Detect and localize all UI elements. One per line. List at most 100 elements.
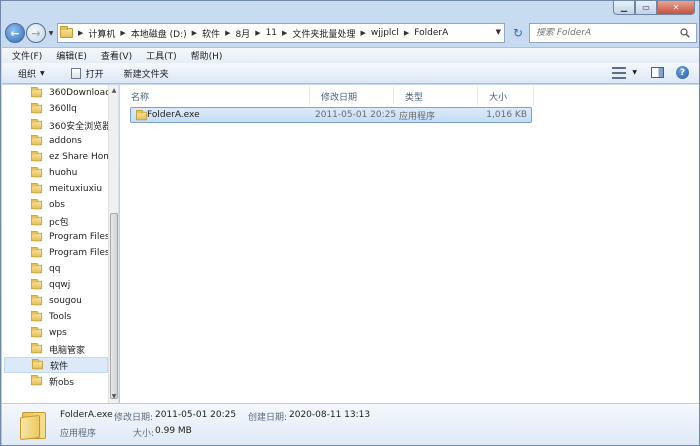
breadcrumb-separator-icon[interactable]: ▶ bbox=[255, 29, 260, 37]
scroll-up-icon[interactable]: ▲ bbox=[109, 85, 118, 97]
file-size: 1,016 KB bbox=[486, 110, 527, 120]
breadcrumb-separator-icon[interactable]: ▶ bbox=[192, 29, 197, 37]
folder-icon bbox=[30, 119, 43, 130]
open-button[interactable]: 打开 bbox=[70, 67, 104, 80]
breadcrumb-11[interactable]: 11 bbox=[266, 28, 277, 38]
tree-item-tools[interactable]: Tools bbox=[30, 309, 110, 325]
breadcrumb-separator-icon[interactable]: ▶ bbox=[120, 29, 125, 37]
maximize-icon: ▭ bbox=[642, 3, 650, 12]
folder-icon bbox=[30, 199, 43, 210]
view-controls: ▼ ? bbox=[612, 66, 689, 79]
tree-item-360-browser[interactable]: 360安全浏览器 bbox=[30, 117, 110, 133]
breadcrumb-software[interactable]: 软件 bbox=[202, 27, 220, 40]
breadcrumb-batch-folder[interactable]: 文件夹批量处理 bbox=[292, 27, 355, 40]
search-box[interactable] bbox=[529, 23, 697, 43]
breadcrumb-drive-d[interactable]: 本地磁盘 (D:) bbox=[131, 27, 187, 40]
menu-file[interactable]: 文件(F) bbox=[12, 49, 42, 62]
tree-item-pc-manager[interactable]: 电脑管家 bbox=[30, 341, 110, 357]
folder-icon bbox=[30, 151, 43, 162]
new-folder-label: 新建文件夹 bbox=[123, 69, 169, 80]
tree-item-obs[interactable]: obs bbox=[30, 197, 110, 213]
details-created-value: 2020-08-11 13:13 bbox=[289, 410, 371, 420]
tree-item-qqwj[interactable]: qqwj bbox=[30, 277, 110, 293]
command-bar: 组织 ▼ 打开 新建文件夹 ▼ ? bbox=[2, 63, 699, 84]
open-icon bbox=[70, 67, 81, 79]
tree-item-sougou[interactable]: sougou bbox=[30, 293, 110, 309]
tree-item-360llq[interactable]: 360llq bbox=[30, 101, 110, 117]
breadcrumb-separator-icon[interactable]: ▶ bbox=[282, 29, 287, 37]
column-header-name[interactable]: 名称 bbox=[120, 87, 310, 105]
tree-item-software[interactable]: 软件 bbox=[4, 357, 108, 373]
tree-item-label: pc包 bbox=[49, 217, 69, 228]
tree-item-new-obs[interactable]: 新obs bbox=[30, 373, 110, 389]
tree-item-label: obs bbox=[49, 200, 65, 210]
explorer-window: ▁ ▭ ✕ ← → ▼ ▶ 计算机 ▶ 本地磁盘 (D:) ▶ 软件 ▶ 8月 … bbox=[0, 0, 700, 446]
breadcrumb-separator-icon[interactable]: ▶ bbox=[225, 29, 230, 37]
breadcrumb-separator-icon[interactable]: ▶ bbox=[404, 29, 409, 37]
tree-item-qq[interactable]: qq bbox=[30, 261, 110, 277]
tree-item-ez-share[interactable]: ez Share Hom bbox=[30, 149, 110, 165]
tree-item-label: meituxiuxiu bbox=[49, 184, 103, 194]
search-icon[interactable] bbox=[680, 28, 690, 38]
refresh-button[interactable]: ↻ bbox=[508, 25, 528, 41]
navigation-bar: ← → ▼ ▶ 计算机 ▶ 本地磁盘 (D:) ▶ 软件 ▶ 8月 ▶ 11 ▶… bbox=[5, 21, 697, 45]
chevron-down-icon: ▼ bbox=[40, 69, 45, 77]
menu-view[interactable]: 查看(V) bbox=[101, 49, 132, 62]
tree-item-meituxiuxiu[interactable]: meituxiuxiu bbox=[30, 181, 110, 197]
file-name: FolderA.exe bbox=[147, 110, 200, 120]
breadcrumb-foldera[interactable]: FolderA bbox=[414, 28, 448, 38]
breadcrumb-wjjplcl[interactable]: wjjplcl bbox=[371, 28, 399, 38]
minimize-button[interactable]: ▁ bbox=[613, 1, 635, 15]
details-file-type: 应用程序 bbox=[60, 429, 97, 439]
view-options-dropdown[interactable]: ▼ bbox=[632, 69, 637, 76]
details-modified-label: 修改日期: bbox=[114, 413, 154, 423]
search-input[interactable] bbox=[536, 28, 676, 38]
navigation-scrollbar[interactable]: ▲ ▼ bbox=[108, 85, 118, 403]
change-view-icon[interactable] bbox=[612, 66, 627, 79]
close-icon: ✕ bbox=[672, 3, 680, 12]
tree-item-program-files-x86[interactable]: Program Files bbox=[30, 245, 110, 261]
back-button[interactable]: ← bbox=[5, 23, 25, 43]
breadcrumb-august[interactable]: 8月 bbox=[235, 27, 250, 40]
folder-icon bbox=[30, 343, 43, 354]
folder-icon bbox=[20, 412, 46, 441]
back-arrow-icon: ← bbox=[10, 26, 20, 40]
help-icon[interactable]: ? bbox=[676, 66, 689, 79]
scroll-down-icon[interactable]: ▼ bbox=[109, 391, 118, 403]
column-header-size[interactable]: 大小 bbox=[478, 87, 534, 105]
folder-icon bbox=[30, 135, 43, 146]
details-file-name: FolderA.exe bbox=[60, 410, 113, 420]
close-button[interactable]: ✕ bbox=[657, 1, 695, 15]
tree-item-program-files[interactable]: Program Files bbox=[30, 229, 110, 245]
tree-item-label: sougou bbox=[49, 296, 82, 306]
preview-pane-icon[interactable] bbox=[651, 67, 664, 78]
breadcrumb-separator-icon[interactable]: ▶ bbox=[78, 29, 83, 37]
tree-item-wps[interactable]: wps bbox=[30, 325, 110, 341]
scrollbar-thumb[interactable] bbox=[110, 213, 118, 399]
menu-tools[interactable]: 工具(T) bbox=[146, 49, 177, 62]
recent-pages-dropdown[interactable]: ▼ bbox=[46, 30, 56, 37]
new-folder-button[interactable]: 新建文件夹 bbox=[124, 67, 169, 80]
tree-item-addons[interactable]: addons bbox=[30, 133, 110, 149]
address-dropdown-icon[interactable]: ▼ bbox=[496, 28, 501, 36]
tree-item-label: Program Files bbox=[49, 232, 110, 242]
breadcrumb-separator-icon[interactable]: ▶ bbox=[360, 29, 365, 37]
column-header-type[interactable]: 类型 bbox=[394, 87, 478, 105]
address-bar[interactable]: ▶ 计算机 ▶ 本地磁盘 (D:) ▶ 软件 ▶ 8月 ▶ 11 ▶ 文件夹批量… bbox=[57, 23, 505, 43]
open-label: 打开 bbox=[85, 69, 104, 80]
tree-item-label: wps bbox=[49, 328, 67, 338]
details-pane: FolderA.exe 应用程序 修改日期: 2011-05-01 20:25 … bbox=[2, 403, 699, 445]
breadcrumb-computer[interactable]: 计算机 bbox=[88, 27, 115, 40]
column-header-date[interactable]: 修改日期 bbox=[310, 87, 394, 105]
tree-item-pc-bao[interactable]: pc包 bbox=[30, 213, 110, 229]
details-size-label: 大小: bbox=[133, 429, 155, 439]
organize-button[interactable]: 组织 ▼ bbox=[18, 67, 45, 80]
table-row[interactable]: FolderA.exe 2011-05-01 20:25 应用程序 1,016 … bbox=[130, 107, 532, 123]
menu-help[interactable]: 帮助(H) bbox=[191, 49, 223, 62]
tree-item-label: huohu bbox=[49, 168, 78, 178]
tree-item-huohu[interactable]: huohu bbox=[30, 165, 110, 181]
menu-edit[interactable]: 编辑(E) bbox=[56, 49, 87, 62]
maximize-button[interactable]: ▭ bbox=[635, 1, 657, 15]
tree-item-360downloads[interactable]: 360Downloads bbox=[30, 85, 110, 101]
forward-button[interactable]: → bbox=[26, 23, 46, 43]
